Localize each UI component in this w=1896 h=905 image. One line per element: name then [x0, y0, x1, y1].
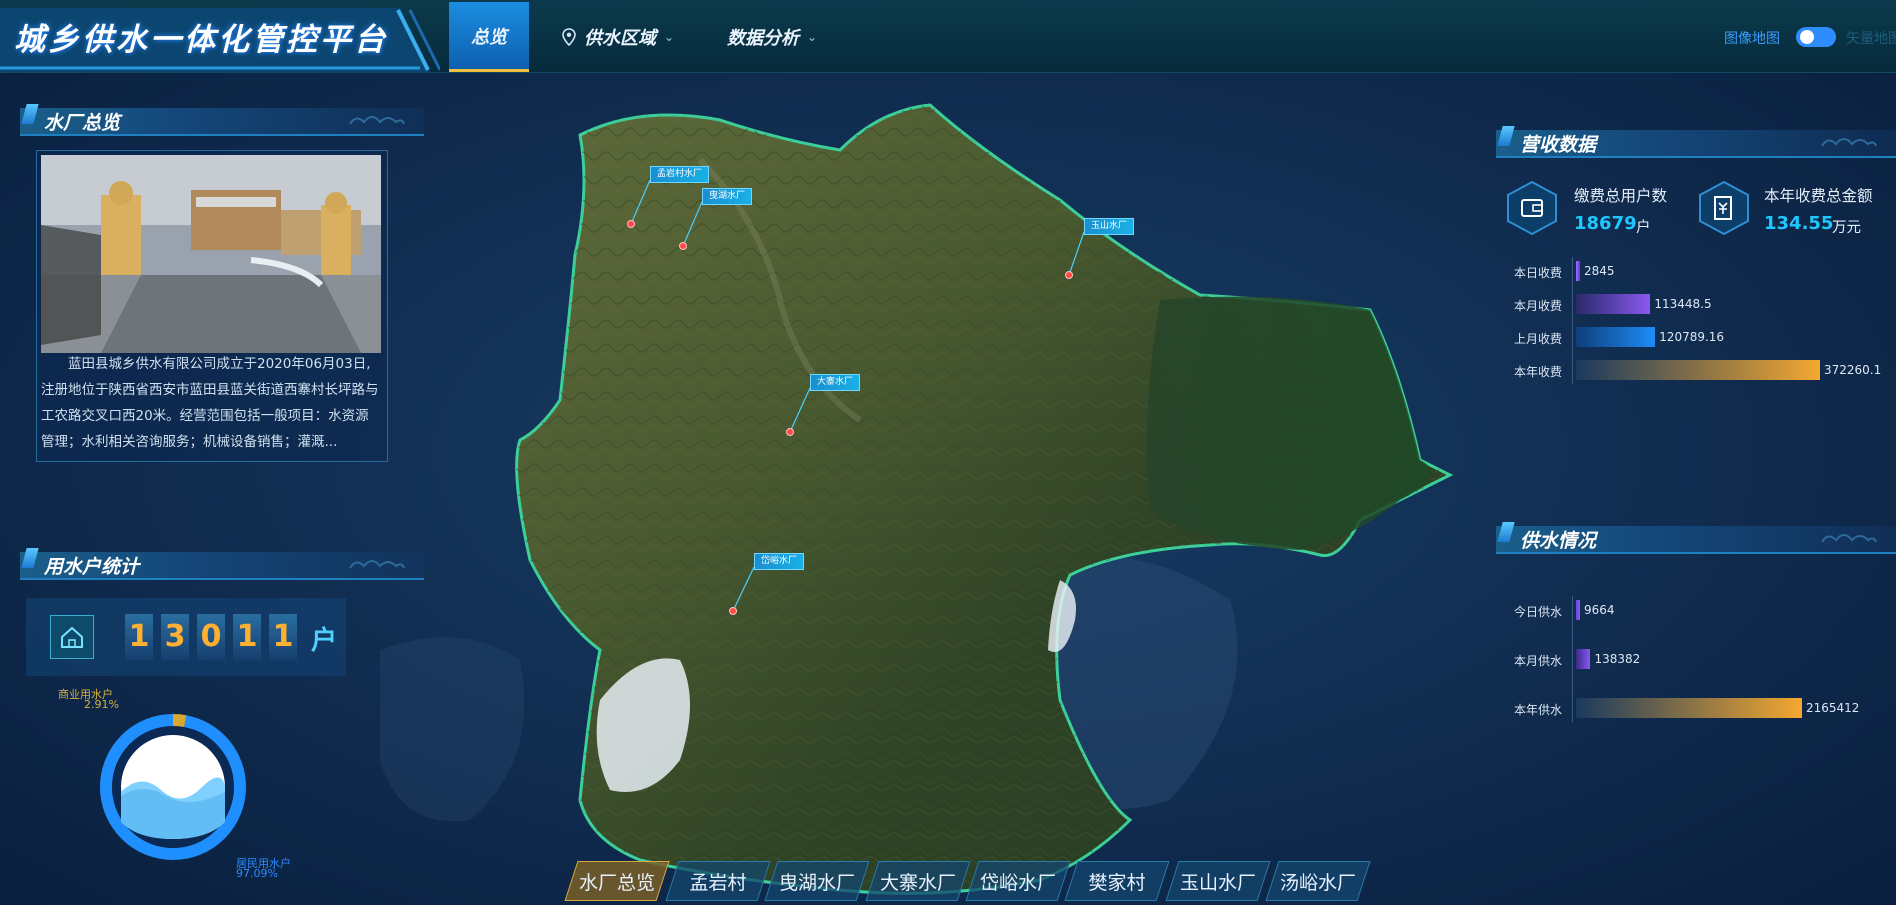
bottom-tab[interactable]: 孟岩村 [665, 861, 771, 901]
top-header: 城乡供水一体化管控平台 总览 供水区域 ⌄ 数据分析 ⌄ 图像地图 矢量地图 [0, 0, 1896, 73]
supply-title: 供水情况 [1520, 530, 1597, 552]
nav-supply-area-label: 供水区域 [583, 28, 656, 49]
revenue-bar-value: 2845 [1584, 264, 1615, 278]
supply-bar [1576, 649, 1591, 669]
map-toggle-alt-label: 矢量地图 [1846, 31, 1896, 47]
supply-bar [1576, 600, 1580, 620]
plant-marker-label[interactable]: 曳湖水厂 [702, 188, 753, 205]
bottom-tab[interactable]: 大寨水厂 [865, 861, 971, 901]
cloud-ornament-icon [1821, 534, 1877, 543]
plant-overview-title: 水厂总览 [44, 112, 121, 134]
count-digit: 3 [161, 614, 189, 660]
plant-marker-label[interactable]: 孟岩村水厂 [650, 166, 710, 183]
revenue-bar-value: 113448.5 [1654, 297, 1712, 311]
count-digit: 1 [233, 614, 261, 660]
wallet-icon [1507, 180, 1557, 236]
supply-bar-value: 2165412 [1806, 701, 1860, 715]
residential-users-percent: 97.09% [236, 867, 278, 880]
supply-bar-label: 今日供水 [1514, 605, 1563, 619]
plant-marker-label[interactable]: 大寨水厂 [810, 374, 861, 391]
chevron-down-icon: ⌄ [663, 30, 675, 44]
map-type-toggle[interactable] [1796, 27, 1836, 47]
supply-bar-label: 本年供水 [1514, 703, 1563, 717]
cloud-ornament-icon [349, 116, 405, 125]
revenue-bar [1576, 327, 1656, 347]
supply-bar-value: 9664 [1584, 603, 1615, 617]
revenue-axis [1572, 257, 1573, 384]
revenue-bar-label: 本月收费 [1514, 299, 1563, 313]
revenue-header: 营收数据 [1496, 124, 1896, 162]
revenue-title: 营收数据 [1520, 134, 1597, 156]
revenue-bar-label: 上月收费 [1514, 332, 1563, 346]
supply-axis [1572, 596, 1573, 722]
bottom-tab[interactable]: 樊家村 [1064, 861, 1170, 901]
cloud-ornament-icon [349, 560, 405, 569]
nav-data-analysis-label: 数据分析 [726, 28, 799, 49]
bottom-tab-label: 汤峪水厂 [1279, 871, 1356, 894]
bottom-tab-label: 玉山水厂 [1179, 871, 1256, 894]
plant-marker-label[interactable]: 玉山水厂 [1084, 218, 1135, 235]
plant-photo-card: 蓝田县城乡供水有限公司成立于2020年06月03日,注册地位于陕西省西安市蓝田县… [36, 150, 388, 462]
user-type-donut-chart [100, 714, 246, 860]
toggle-knob [1800, 30, 1814, 44]
annual-amount-value: 134.55 [1764, 213, 1834, 234]
plant-description: 蓝田县城乡供水有限公司成立于2020年06月03日,注册地位于陕西省西安市蓝田县… [41, 356, 379, 450]
supply-bar [1576, 698, 1802, 718]
count-digit: 0 [197, 614, 225, 660]
water-users-title: 用水户统计 [44, 556, 140, 578]
commercial-users-percent: 2.91% [84, 698, 119, 711]
home-icon [50, 615, 94, 659]
revenue-bar [1576, 261, 1580, 281]
nav-overview[interactable]: 总览 [449, 2, 529, 72]
bottom-tab-label: 樊家村 [1088, 871, 1146, 894]
user-count-panel: 1 3 0 1 1 户 [26, 598, 346, 676]
supply-header: 供水情况 [1496, 520, 1896, 558]
bottom-tab[interactable]: 曳湖水厂 [764, 861, 870, 901]
revenue-bar-label: 本年收费 [1514, 365, 1563, 379]
nav-overview-label: 总览 [471, 26, 507, 48]
bottom-tab[interactable]: 汤峪水厂 [1265, 861, 1371, 901]
plant-marker-label[interactable]: 岱峪水厂 [754, 553, 805, 570]
app-title: 城乡供水一体化管控平台 [14, 22, 388, 58]
count-digit: 1 [125, 614, 153, 660]
nav-data-analysis[interactable]: 数据分析 ⌄ [712, 2, 832, 72]
revenue-bar-label: 本日收费 [1514, 266, 1563, 280]
bottom-tab-label: 孟岩村 [689, 871, 747, 894]
supply-bar-value: 138382 [1594, 652, 1641, 666]
total-users-unit: 户 [1636, 220, 1651, 236]
annual-amount-unit: 万元 [1832, 220, 1861, 236]
bottom-tab[interactable]: 岱峪水厂 [965, 861, 1071, 901]
revenue-bar [1576, 360, 1820, 380]
bottom-tab-label: 水厂总览 [578, 871, 655, 894]
nav-supply-area[interactable]: 供水区域 ⌄ [548, 2, 688, 72]
revenue-bar-value: 372260.1 [1824, 363, 1882, 377]
chevron-down-icon: ⌄ [806, 30, 818, 44]
bottom-tab-label: 曳湖水厂 [778, 871, 855, 894]
bottom-tab[interactable]: 水厂总览 [564, 861, 670, 901]
revenue-bar [1576, 294, 1651, 314]
count-unit: 户 [311, 626, 338, 656]
supply-bar-label: 本月供水 [1514, 654, 1563, 668]
total-users-value: 18679 [1574, 213, 1637, 234]
bottom-tab[interactable]: 玉山水厂 [1165, 861, 1271, 901]
total-users-label: 缴费总用户数 [1574, 187, 1668, 205]
map-toggle-label: 图像地图 [1724, 31, 1780, 47]
count-digit: 1 [269, 614, 297, 660]
bottom-tab-label: 岱峪水厂 [979, 871, 1056, 894]
annual-amount-label: 本年收费总金额 [1764, 187, 1873, 205]
plant-photo [41, 155, 381, 353]
revenue-bar-value: 120789.16 [1659, 330, 1725, 344]
invoice-icon [1699, 180, 1749, 236]
water-users-header: 用水户统计 [20, 546, 424, 584]
plant-overview-header: 水厂总览 [20, 102, 424, 140]
location-pin-icon [562, 28, 576, 46]
bottom-tab-label: 大寨水厂 [879, 871, 956, 894]
cloud-ornament-icon [1821, 138, 1877, 147]
